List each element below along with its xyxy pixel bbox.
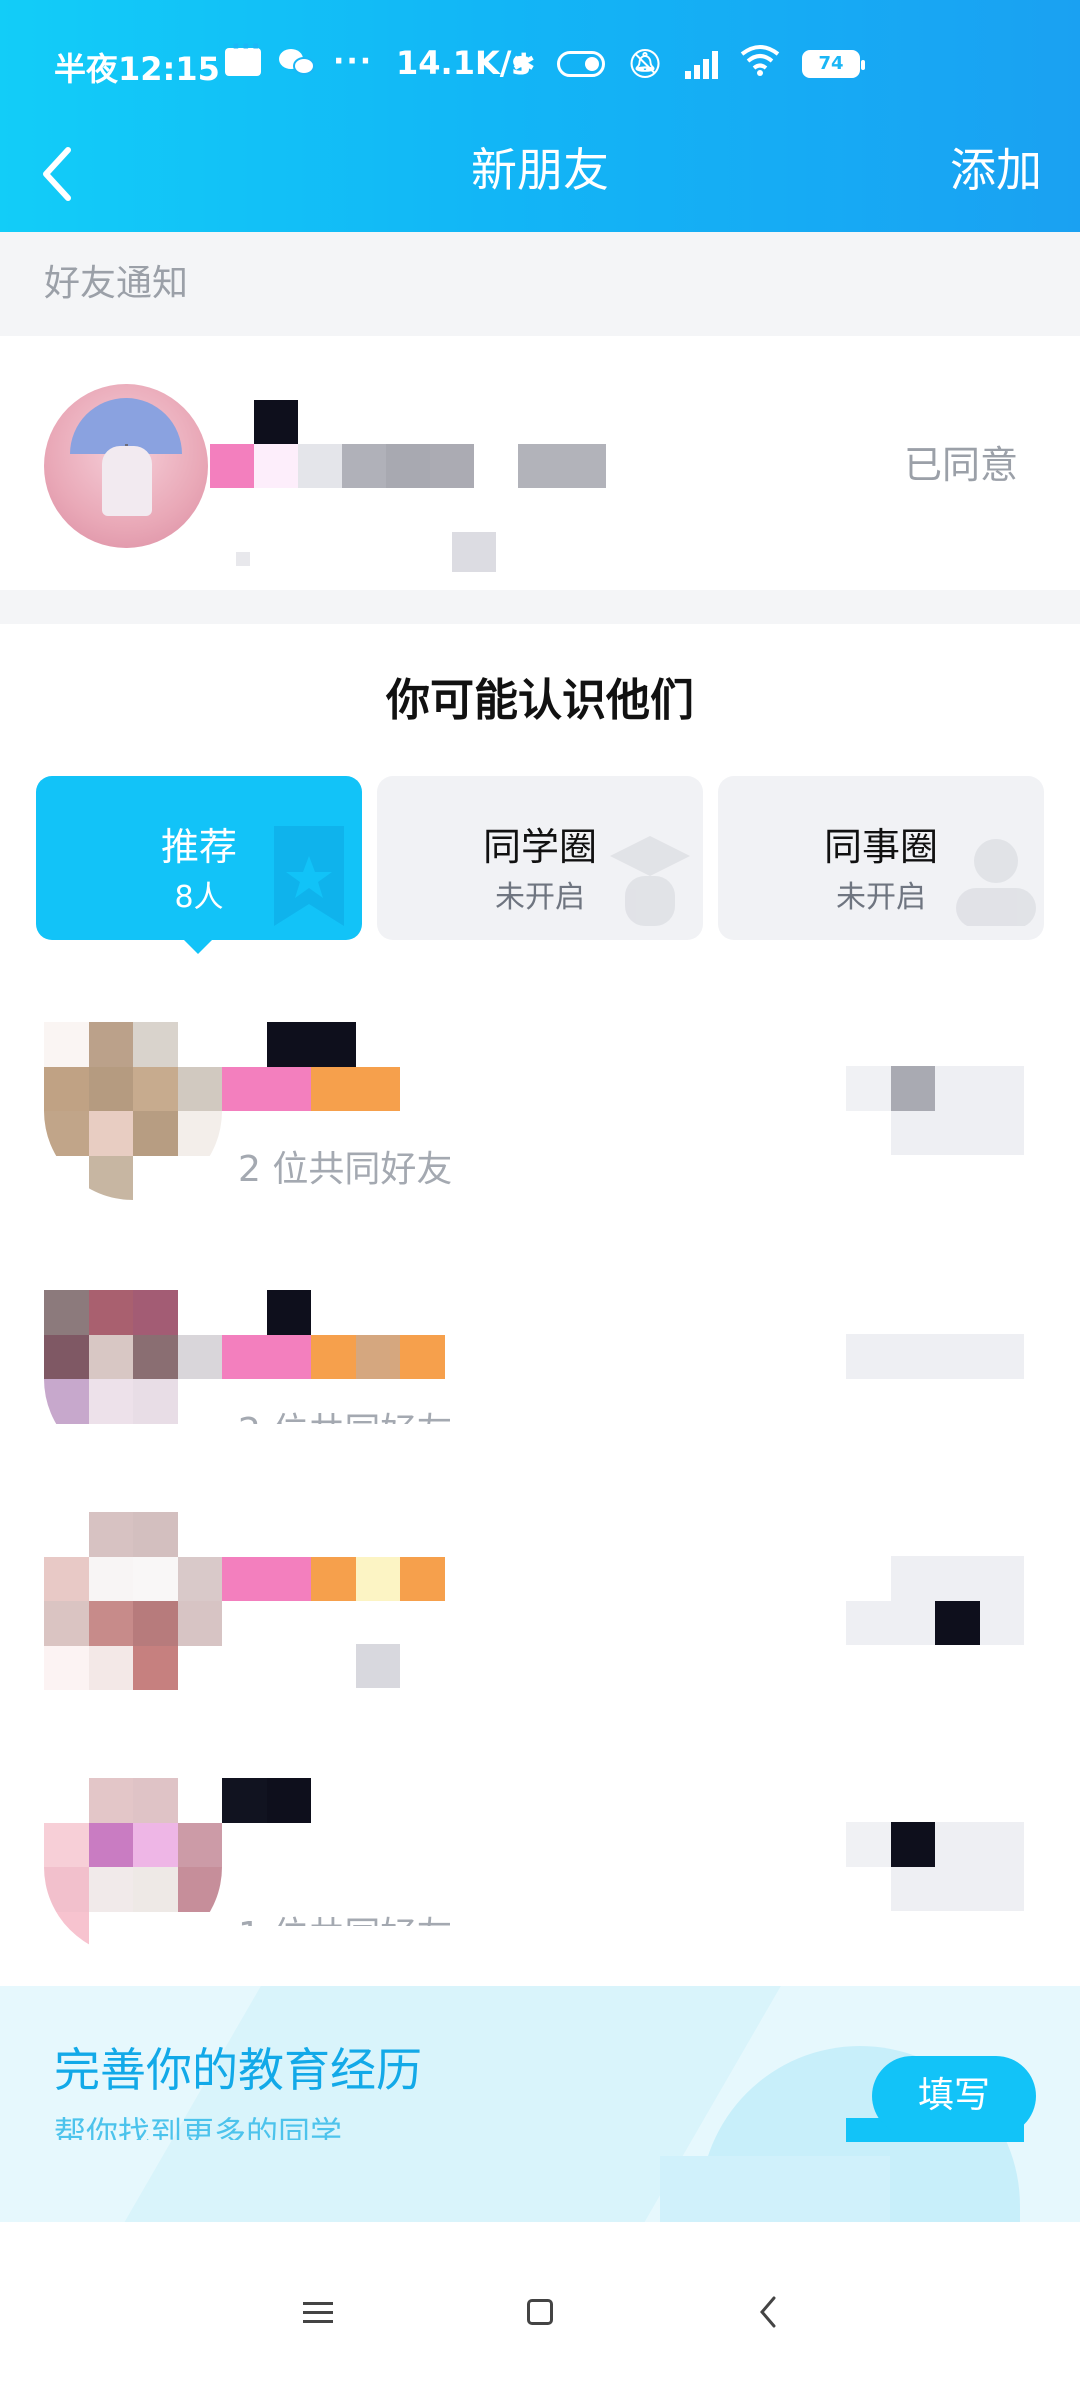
bluetooth-icon: ✱ xyxy=(512,47,536,80)
education-banner[interactable]: 完善你的教育经历 帮你找到更多的同学 填写 xyxy=(0,1986,1080,2222)
list-item[interactable]: 2 位共同好友 xyxy=(0,1290,1080,1480)
blurred-name xyxy=(222,1512,489,1601)
blurred-name xyxy=(222,1778,489,1867)
system-navigation-bar xyxy=(0,2222,1080,2400)
blurred-name xyxy=(222,1290,489,1379)
mutual-friends-text: 2 位共同好友 xyxy=(238,1149,453,1190)
mutual-friends-text: 2 位共同好友 xyxy=(238,1402,452,1424)
avatar[interactable] xyxy=(44,384,208,548)
signal-icon xyxy=(685,49,719,79)
home-button[interactable] xyxy=(500,2272,580,2352)
app-header: 半夜12:15 ··· 14.1K/s ✱ 🔕︎ xyxy=(0,0,1080,232)
friend-notice-item[interactable]: 已同意 xyxy=(0,336,1080,590)
mute-bell-icon: 🔕︎ xyxy=(627,47,664,80)
list-item[interactable]: 2 位共同好友 xyxy=(0,1022,1080,1212)
wechat-icon xyxy=(279,47,315,77)
network-speed: 14.1K/s xyxy=(396,44,531,82)
may-know-title: 你可能认识他们 xyxy=(386,675,694,726)
avatar[interactable] xyxy=(44,1290,222,1468)
add-friend-button[interactable] xyxy=(846,1334,1024,1424)
status-bar: 半夜12:15 ··· 14.1K/s ✱ 🔕︎ xyxy=(0,0,1080,130)
status-notification-icons: ··· xyxy=(225,32,374,79)
avatar[interactable] xyxy=(44,1778,222,1956)
tab-indicator xyxy=(180,936,216,954)
may-know-tabs: 推荐 8人 同学圈 未开启 同事圈 未开启 xyxy=(36,776,1044,940)
status-time: 半夜12:15 xyxy=(54,50,220,88)
system-back-button[interactable] xyxy=(728,2272,808,2352)
banner-title: 完善你的教育经历 xyxy=(54,2043,422,2097)
blurred-name xyxy=(210,400,650,488)
avatar[interactable] xyxy=(44,1512,222,1690)
home-icon xyxy=(527,2299,553,2325)
tab-colleagues[interactable]: 同事圈 未开启 xyxy=(718,776,1044,940)
toggle-icon xyxy=(557,50,606,77)
list-item[interactable] xyxy=(0,1512,1080,1702)
wifi-icon xyxy=(740,44,780,83)
battery-icon: 74 xyxy=(802,49,866,78)
status-badge: 已同意 xyxy=(903,443,1018,487)
banner-subtitle: 帮你找到更多的同学 xyxy=(54,2114,343,2140)
more-notifications-icon: ··· xyxy=(333,44,374,79)
nav-bar: 新朋友 添加 xyxy=(0,120,1080,230)
add-button[interactable]: 添加 xyxy=(950,134,1042,200)
add-friend-button[interactable] xyxy=(846,1822,1024,1912)
avatar[interactable] xyxy=(44,1022,222,1200)
mutual-friends-text: 1 位共同好友 xyxy=(238,1906,452,1926)
blurred-detail xyxy=(356,1644,400,1688)
page-title: 新朋友 xyxy=(471,143,609,197)
add-friend-button[interactable] xyxy=(846,1556,1024,1646)
menu-icon xyxy=(303,2296,333,2329)
chevron-left-icon xyxy=(760,2296,776,2328)
tab-recommend[interactable]: 推荐 8人 xyxy=(36,776,362,940)
message-icon xyxy=(225,32,261,76)
friend-notice-label: 好友通知 xyxy=(0,232,1080,336)
status-system-icons: ✱ 🔕︎ 74 xyxy=(512,44,866,83)
blurred-message xyxy=(236,532,496,572)
list-item[interactable]: 1 位共同好友 xyxy=(0,1778,1080,1968)
tab-classmates[interactable]: 同学圈 未开启 xyxy=(377,776,703,940)
menu-button[interactable] xyxy=(278,2272,358,2352)
blurred-name xyxy=(222,1022,489,1111)
add-friend-button[interactable] xyxy=(846,1066,1024,1156)
fill-in-button[interactable]: 填写 xyxy=(872,2056,1036,2136)
section-divider xyxy=(0,590,1080,624)
